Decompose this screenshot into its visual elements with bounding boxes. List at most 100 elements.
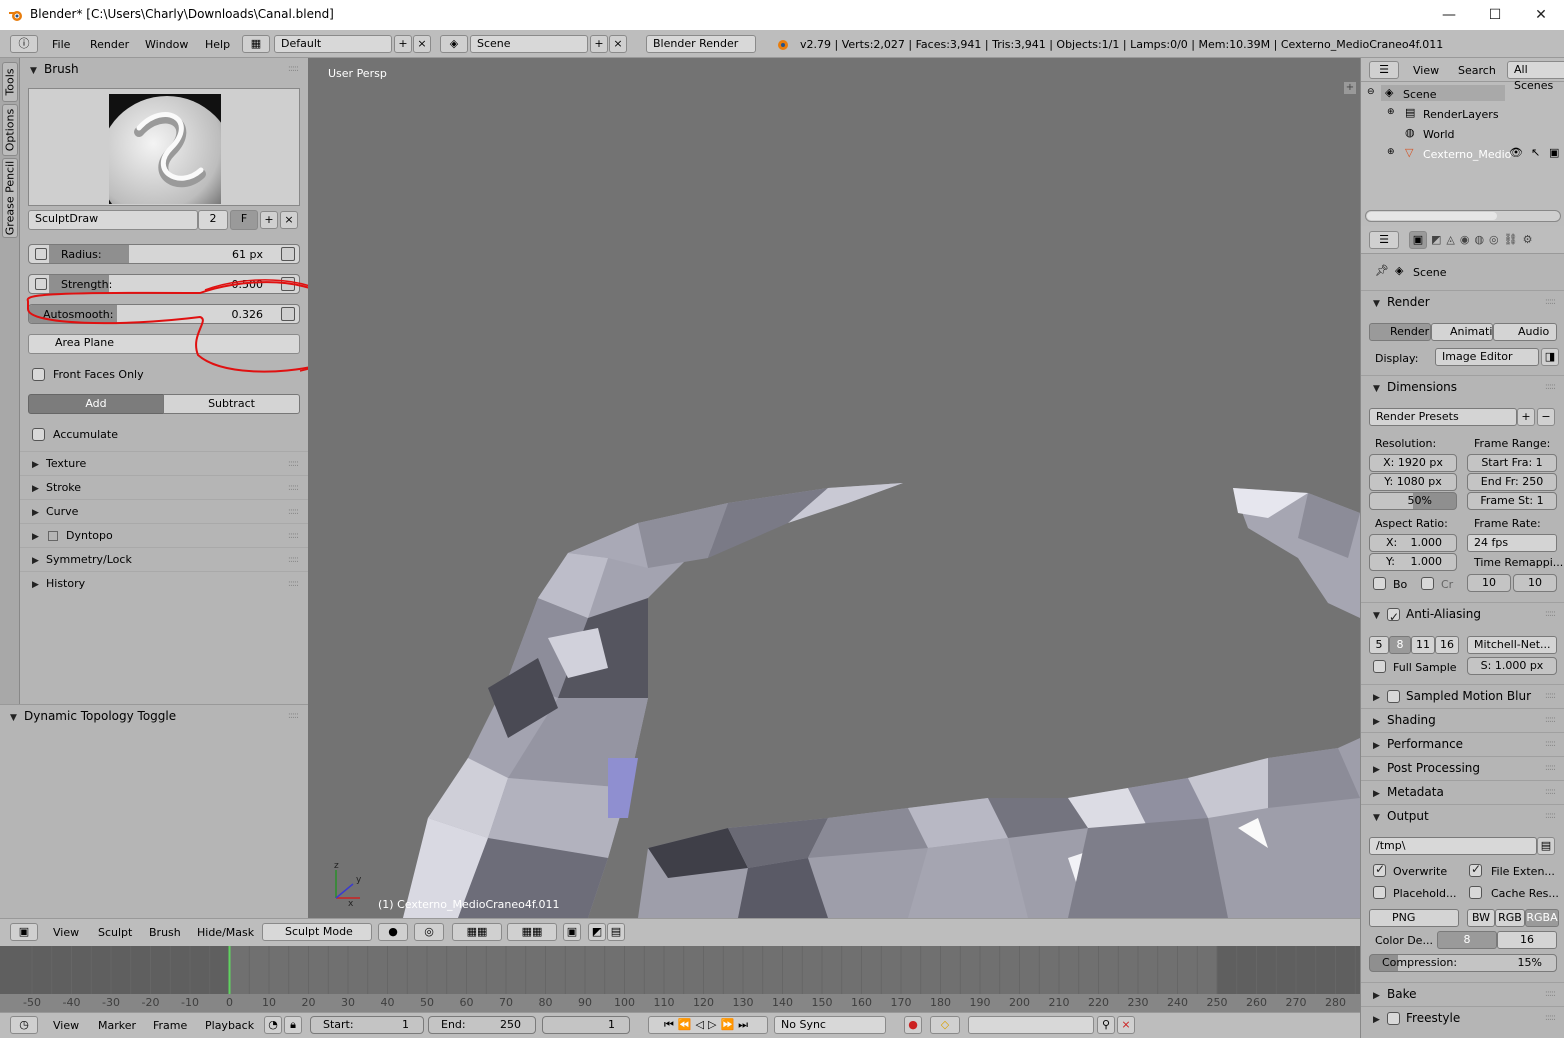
audio-button[interactable]: Audio — [1493, 323, 1557, 341]
aa-samples-11[interactable]: 11 — [1411, 636, 1435, 654]
layers-grid-a-icon[interactable]: ▦▦ — [452, 923, 502, 941]
brush-name-field[interactable]: SculptDraw — [28, 210, 198, 230]
aa-samples-8[interactable]: 8 — [1389, 636, 1411, 654]
timeline[interactable]: -50 -40 -30 -20 -10 0 10 20 30 40 50 60 70 80 90 100 110… — [0, 946, 1360, 1012]
keyframe-type-icon[interactable]: ◇ — [930, 1016, 960, 1034]
file-format-select[interactable]: PNG — [1369, 909, 1459, 927]
menu-sculpt[interactable]: Sculpt — [98, 926, 132, 939]
editor-type-3d-icon[interactable]: ▣ — [10, 923, 38, 941]
selectable-cursor-icon[interactable]: ↖ — [1531, 146, 1540, 159]
panel-dyntopo[interactable]: ▶ Dyntopo::::: — [20, 523, 308, 547]
end-frame-field[interactable]: End Fr: 250 — [1467, 473, 1557, 491]
render-preview-icon[interactable]: ◩ — [588, 923, 606, 941]
color-bw-button[interactable]: BW — [1467, 909, 1495, 927]
layout-field[interactable]: Default — [274, 35, 392, 53]
playback-controls-icon[interactable]: ⏮⏪◁▷⏩⏭ — [648, 1016, 768, 1034]
keying-icon[interactable]: ◔ — [264, 1016, 282, 1034]
radius-slider[interactable]: Radius: 61 px — [28, 244, 300, 264]
accumulate-checkbox[interactable] — [32, 428, 45, 441]
dimensions-panel-header[interactable]: ▼ Dimensions::::: — [1361, 375, 1564, 397]
aa-samples-16[interactable]: 16 — [1435, 636, 1459, 654]
metadata-panel-header[interactable]: ▶ Metadata::::: — [1361, 780, 1564, 802]
screen-layout-icon[interactable]: ▦ — [242, 35, 270, 53]
add-preset-icon[interactable]: + — [1517, 408, 1535, 426]
fake-user-button[interactable]: F — [230, 210, 258, 230]
add-layout-icon[interactable]: + — [394, 35, 412, 53]
resolution-x-field[interactable]: X: 1920 px — [1369, 454, 1457, 472]
remove-preset-icon[interactable]: − — [1537, 408, 1555, 426]
remove-scene-icon[interactable]: × — [609, 35, 627, 53]
lock-icon[interactable]: 🔒︎ — [284, 1016, 302, 1034]
tab-tools[interactable]: Tools — [2, 62, 18, 102]
record-icon[interactable]: ● — [904, 1016, 922, 1034]
layers-grid-b-icon[interactable]: ▦▦ — [507, 923, 557, 941]
aspect-x-field[interactable]: X: 1.000 — [1369, 534, 1457, 552]
new-brush-icon[interactable]: + — [260, 211, 278, 229]
brush-preview-box[interactable] — [28, 88, 300, 232]
render-engine-select[interactable]: Blender Render — [646, 35, 756, 53]
minimize-button[interactable]: — — [1426, 3, 1472, 27]
start-frame-field[interactable]: Start: 1 — [310, 1016, 424, 1034]
panel-curve[interactable]: ▶ Curve::::: — [20, 499, 308, 523]
add-button[interactable]: Add — [28, 394, 164, 414]
panel-texture[interactable]: ▶ Texture::::: — [20, 451, 308, 475]
color-depth-8-button[interactable]: 8 — [1437, 931, 1497, 949]
editor-type-timeline-icon[interactable]: ◷ — [10, 1016, 38, 1034]
timeline-ruler[interactable]: -50 -40 -30 -20 -10 0 10 20 30 40 50 60 70 80 90 100 110… — [0, 946, 1360, 1012]
renderable-camera-icon[interactable]: ▣ — [1549, 146, 1559, 159]
display-filter-select[interactable]: All Scenes — [1507, 61, 1564, 92]
aa-filter-select[interactable]: Mitchell-Net... — [1467, 636, 1557, 654]
render-button[interactable]: Render — [1369, 323, 1431, 341]
frame-rate-select[interactable]: 24 fps — [1467, 534, 1557, 552]
overwrite-checkbox[interactable] — [1373, 862, 1386, 877]
performance-panel-header[interactable]: ▶ Performance::::: — [1361, 732, 1564, 754]
bake-panel-header[interactable]: ▶ Bake::::: — [1361, 982, 1564, 1004]
menu-frame[interactable]: Frame — [153, 1019, 187, 1032]
camera-render-icon[interactable]: ▤ — [607, 923, 625, 941]
menu-playback[interactable]: Playback — [205, 1019, 254, 1032]
freestyle-checkbox[interactable] — [1387, 1012, 1400, 1025]
tab-options[interactable]: Options — [2, 104, 18, 156]
menu-view[interactable]: View — [53, 1019, 79, 1032]
anti-aliasing-panel-header[interactable]: ▼Anti-Aliasing::::: — [1361, 602, 1564, 628]
sync-select[interactable]: No Sync — [774, 1016, 886, 1034]
editor-type-properties-icon[interactable]: ☰ — [1369, 231, 1399, 249]
render-context-icon[interactable]: ▣ — [1409, 231, 1427, 249]
scene-field[interactable]: Scene — [470, 35, 588, 53]
outliner-item-scene[interactable]: Scene — [1403, 88, 1437, 101]
editor-type-outliner-icon[interactable]: ☰ — [1369, 61, 1399, 79]
display-select[interactable]: Image Editor — [1435, 348, 1539, 366]
pivot-icon[interactable]: ◎ — [414, 923, 444, 941]
expand-icon[interactable]: ⊕ — [1387, 107, 1395, 117]
aa-samples-5[interactable]: 5 — [1369, 636, 1389, 654]
local-view-icon[interactable]: ▣ — [563, 923, 581, 941]
panel-stroke[interactable]: ▶ Stroke::::: — [20, 475, 308, 499]
keying-set-field[interactable] — [968, 1016, 1094, 1034]
anti-aliasing-checkbox[interactable] — [1387, 606, 1400, 628]
panel-history[interactable]: ▶ History::::: — [20, 571, 308, 595]
output-panel-header[interactable]: ▼ Output::::: — [1361, 804, 1564, 826]
menu-view[interactable]: View — [53, 926, 79, 939]
menu-view[interactable]: View — [1413, 64, 1439, 77]
outliner-item-renderlayers[interactable]: RenderLayers — [1423, 108, 1499, 121]
crop-checkbox[interactable] — [1421, 577, 1434, 590]
visibility-eye-icon[interactable]: 👁︎ — [1509, 146, 1523, 159]
expand-icon[interactable]: ⊕ — [1387, 147, 1395, 157]
menu-window[interactable]: Window — [145, 38, 188, 51]
current-frame-field[interactable]: 1 — [542, 1016, 630, 1034]
menu-marker[interactable]: Marker — [98, 1019, 136, 1032]
frame-step-field[interactable]: Frame St: 1 — [1467, 492, 1557, 510]
motion-blur-panel-header[interactable]: ▶ Sampled Motion Blur::::: — [1361, 684, 1564, 706]
menu-help[interactable]: Help — [205, 38, 230, 51]
render-panel-header[interactable]: ▼ Render::::: — [1361, 290, 1564, 312]
brush-users-count[interactable]: 2 — [198, 210, 228, 230]
maximize-button[interactable]: ☐ — [1472, 3, 1518, 27]
delete-keyframe-icon[interactable]: ⨯ — [1117, 1016, 1135, 1034]
aa-filter-size-field[interactable]: S: 1.000 px — [1467, 657, 1557, 675]
dynamic-topology-toggle-header[interactable]: ▼ Dynamic Topology Toggle::::: — [0, 704, 308, 726]
outliner-scrollbar[interactable] — [1365, 210, 1561, 222]
dyntopo-checkbox[interactable] — [48, 531, 58, 541]
scene-icon[interactable]: ◈ — [440, 35, 468, 53]
lock-icon[interactable] — [35, 248, 47, 260]
unlink-brush-icon[interactable]: × — [280, 211, 298, 229]
